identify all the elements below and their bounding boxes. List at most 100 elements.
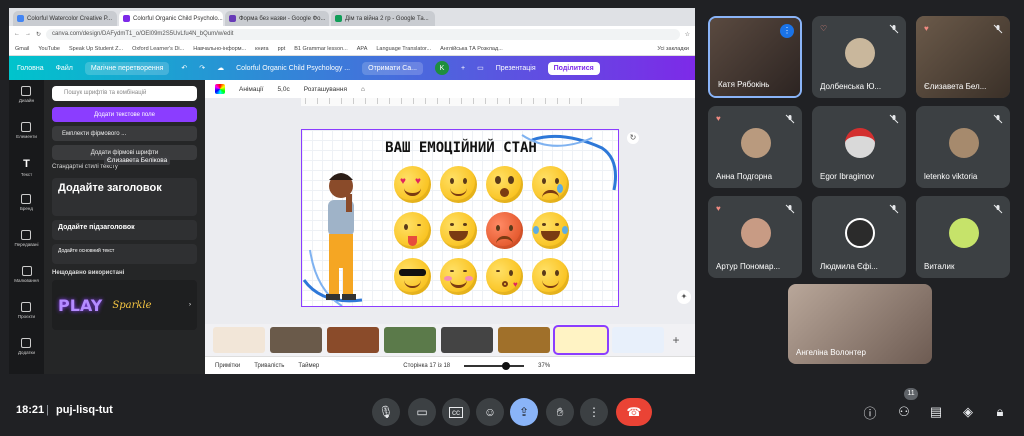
present-button[interactable]: Презентація — [496, 65, 536, 72]
page-thumbnail[interactable] — [441, 327, 493, 353]
zoom-level[interactable]: 37% — [538, 363, 550, 369]
heading-style[interactable]: Додайте заголовок — [52, 178, 197, 216]
back-icon[interactable]: ← — [14, 31, 20, 37]
grinning-emoji[interactable] — [440, 212, 477, 249]
rail-projects[interactable]: Проєкти — [18, 302, 35, 334]
forward-icon[interactable]: → — [25, 31, 31, 37]
page-thumbnail-current[interactable] — [553, 325, 609, 355]
doc-title[interactable]: Colorful Organic Child Psychology ... — [236, 65, 350, 72]
slight-smile-emoji[interactable] — [532, 258, 569, 295]
url-field[interactable]: canva.com/design/DAFydmT1_o/OEl09m2S5UvL… — [46, 28, 680, 40]
meeting-info-icon[interactable]: ⓘ — [860, 402, 880, 422]
rail-uploads[interactable]: Передавані — [14, 230, 39, 262]
more-options-button[interactable]: ⋮ — [580, 398, 608, 426]
font-sample-play[interactable]: PLAY — [58, 296, 102, 315]
share-button[interactable]: Поділитися — [547, 61, 600, 75]
bookmark[interactable]: B1 Grammar lesson... — [294, 46, 348, 52]
bookmark[interactable]: Англійська ТА Розклад... — [440, 46, 503, 52]
camera-button[interactable]: ▭ — [408, 398, 436, 426]
blushing-emoji[interactable] — [440, 258, 477, 295]
get-canva-button[interactable]: Отримати Ca... — [362, 61, 423, 75]
magic-switch-button[interactable]: Магічне перетворення — [84, 61, 170, 75]
refresh-icon[interactable]: ↻ — [627, 132, 639, 144]
subheading-style[interactable]: Додайте підзаголовок — [52, 220, 197, 240]
bookmark[interactable]: YouTube — [38, 46, 60, 52]
home-menu[interactable]: Головна — [17, 65, 44, 72]
brand-kit-button[interactable]: Емплекти фірмового ... — [52, 126, 197, 141]
bookmark[interactable]: Усі закладки — [657, 46, 689, 52]
captions-button[interactable]: cc — [442, 398, 470, 426]
rail-apps[interactable]: Додатки — [18, 338, 35, 370]
page-thumbnail[interactable] — [213, 327, 265, 353]
participant-tile[interactable]: Ангеліна Волонтер — [788, 284, 932, 364]
zoom-slider[interactable] — [464, 361, 525, 370]
page-thumbnail[interactable] — [270, 327, 322, 353]
bookmark[interactable]: Speak Up Student Z... — [69, 46, 123, 52]
participant-tile[interactable]: letenko viktoria — [916, 106, 1010, 188]
tongue-wink-emoji[interactable] — [394, 212, 431, 249]
kissing-emoji[interactable]: ♥ — [486, 258, 523, 295]
notes-button[interactable]: Примітки — [215, 363, 240, 369]
participant-tile[interactable]: ♥ Єлизавета Бел... — [916, 16, 1010, 98]
animations-button[interactable]: Анімації — [239, 86, 263, 93]
rail-brand[interactable]: Бренд — [20, 194, 33, 226]
font-sample-sparkle[interactable]: Sparkle — [112, 300, 151, 311]
participant-tile-speaking[interactable]: ⋮ Катя Рябокінь — [708, 16, 802, 98]
rail-design[interactable]: Дизайн — [19, 86, 34, 118]
rail-draw[interactable]: Малювання — [14, 266, 39, 298]
browser-tab[interactable]: Дім та війна 2 гр - Google Та... — [331, 11, 435, 26]
paint-format-icon[interactable]: ⌂ — [361, 86, 365, 93]
chat-icon[interactable]: ▤ — [926, 402, 946, 422]
font-search-input[interactable]: Пошук шрифтів та комбінацій — [52, 86, 197, 101]
bookmark[interactable]: APA — [357, 46, 368, 52]
comment-icon[interactable]: ▭ — [477, 64, 484, 72]
bookmark[interactable]: книга — [255, 46, 268, 52]
angry-emoji[interactable] — [486, 212, 523, 249]
slide-canvas[interactable]: ВАШ ЕМОЦІЙНИЙ СТАН ♥ ♥ ♥ — [301, 129, 619, 307]
participant-tile[interactable]: ♥ Артур Пономар... — [708, 196, 802, 278]
bookmark[interactable]: Language Translator... — [376, 46, 431, 52]
add-text-box-button[interactable]: Додати текстове поле — [52, 107, 197, 122]
laughing-tears-emoji[interactable] — [532, 212, 569, 249]
heart-eyes-emoji[interactable]: ♥ ♥ — [394, 166, 431, 203]
body-text-style[interactable]: Додайте основний текст — [52, 244, 197, 264]
collaborator-avatar[interactable]: K — [434, 61, 449, 75]
page-thumbnail[interactable] — [384, 327, 436, 353]
page-indicator[interactable]: Сторінка 17 із 18 — [403, 363, 450, 369]
present-now-button[interactable]: ⇪ — [510, 398, 538, 426]
duration-button[interactable]: 5,0с — [277, 86, 289, 93]
activities-icon[interactable]: ◈ — [958, 402, 978, 422]
participant-tile[interactable]: ♥ Анна Подгорна — [708, 106, 802, 188]
add-collaborator-icon[interactable]: + — [461, 65, 465, 72]
end-call-button[interactable]: ☎ — [616, 398, 652, 426]
browser-tab[interactable]: Форма без назви - Google Фо... — [225, 11, 329, 26]
magic-assistant-icon[interactable]: ✦ — [677, 290, 691, 304]
page-thumbnail[interactable] — [327, 327, 379, 353]
microphone-button[interactable]: 🎙︎ — [372, 398, 400, 426]
star-icon[interactable]: ☆ — [685, 31, 690, 38]
file-menu[interactable]: Файл — [56, 65, 73, 72]
chevron-right-icon[interactable]: › — [189, 302, 191, 308]
duration-status-button[interactable]: Тривалість — [254, 363, 284, 369]
bookmark[interactable]: Oxford Learner's Di... — [132, 46, 184, 52]
sunglasses-emoji[interactable] — [394, 258, 431, 295]
participant-tile[interactable]: Egor Ibragimov — [812, 106, 906, 188]
browser-tab[interactable]: Colorful Watercolor Creative P... — [13, 11, 117, 26]
participant-tile[interactable]: Виталик — [916, 196, 1010, 278]
rail-elements[interactable]: Елементи — [16, 122, 37, 154]
reload-icon[interactable]: ↻ — [36, 31, 41, 38]
bookmark[interactable]: ppt — [278, 46, 286, 52]
crying-emoji[interactable] — [532, 166, 569, 203]
rail-text[interactable]: T Текст — [21, 158, 32, 190]
bookmark[interactable]: Навчально-інформ... — [193, 46, 246, 52]
timer-button[interactable]: Таймер — [298, 363, 319, 369]
smirk-emoji[interactable] — [440, 166, 477, 203]
people-icon[interactable]: ⚇ — [894, 402, 914, 422]
raise-hand-button[interactable]: ✋︎ — [546, 398, 574, 426]
position-button[interactable]: Розташування — [304, 86, 347, 93]
page-thumbnail[interactable] — [498, 327, 550, 353]
browser-tab-active[interactable]: Colorful Organic Child Psycholo... — [119, 11, 223, 26]
bookmark[interactable]: Gmail — [15, 46, 29, 52]
astonished-emoji[interactable] — [486, 166, 523, 203]
color-picker-icon[interactable] — [215, 84, 225, 94]
